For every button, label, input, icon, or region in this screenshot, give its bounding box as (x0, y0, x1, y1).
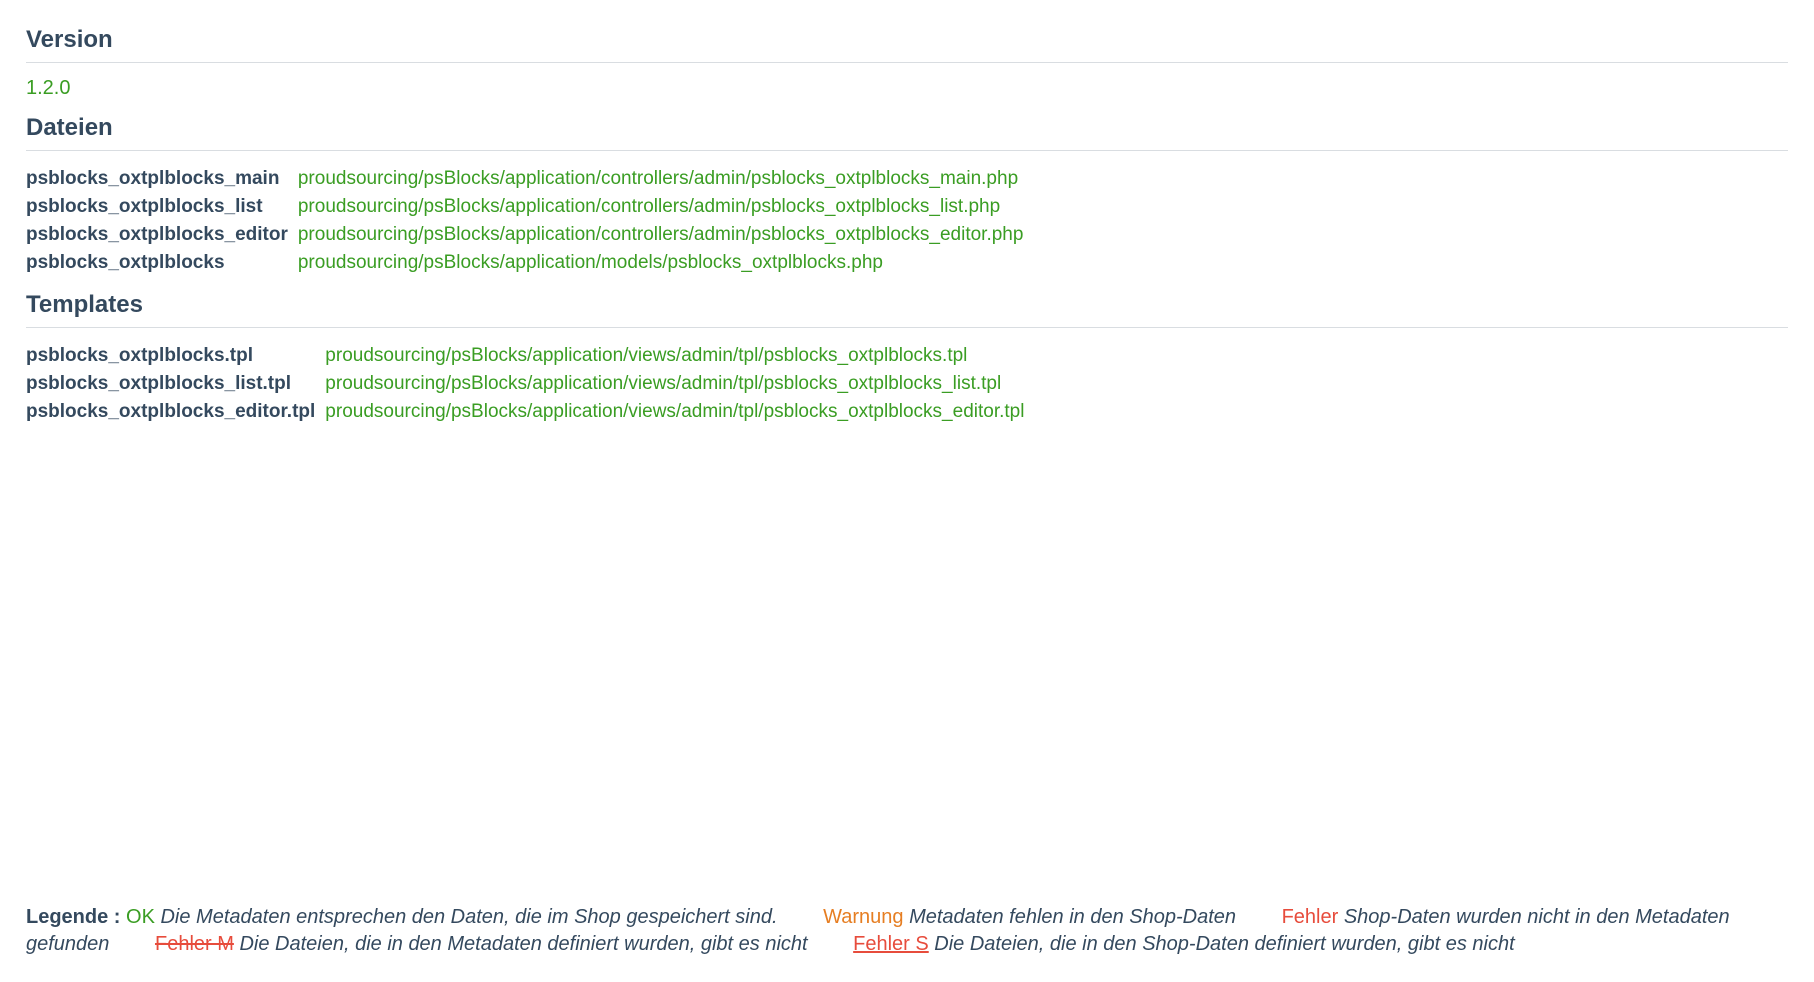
table-row: psblocks_oxtplblocks_list proudsourcing/… (26, 193, 1033, 221)
templates-table: psblocks_oxtplblocks.tpl proudsourcing/p… (26, 342, 1034, 426)
section-heading-templates: Templates (26, 291, 1788, 328)
legend-warn-tag: Warnung (823, 906, 903, 928)
legend: Legende : OK Die Metadaten entsprechen d… (26, 904, 1788, 958)
file-path: proudsourcing/psBlocks/application/contr… (298, 165, 1034, 193)
file-key: psblocks_oxtplblocks_main (26, 165, 298, 193)
template-key: psblocks_oxtplblocks_editor.tpl (26, 398, 325, 426)
table-row: psblocks_oxtplblocks proudsourcing/psBlo… (26, 249, 1033, 277)
legend-ok-desc: Die Metadaten entsprechen den Daten, die… (160, 906, 777, 928)
template-path: proudsourcing/psBlocks/application/views… (325, 398, 1034, 426)
file-key: psblocks_oxtplblocks_editor (26, 221, 298, 249)
section-heading-version: Version (26, 26, 1788, 63)
version-value: 1.2.0 (26, 77, 1788, 100)
legend-err-tag: Fehler (1282, 906, 1339, 928)
legend-warn-desc: Metadaten fehlen in den Shop-Daten (909, 906, 1236, 928)
section-heading-files: Dateien (26, 114, 1788, 151)
table-row: psblocks_oxtplblocks_list.tpl proudsourc… (26, 370, 1034, 398)
file-key: psblocks_oxtplblocks (26, 249, 298, 277)
template-key: psblocks_oxtplblocks_list.tpl (26, 370, 325, 398)
legend-ok-tag: OK (126, 906, 155, 928)
table-row: psblocks_oxtplblocks_editor proudsourcin… (26, 221, 1033, 249)
page-root: Version 1.2.0 Dateien psblocks_oxtplbloc… (0, 0, 1814, 982)
file-path: proudsourcing/psBlocks/application/contr… (298, 221, 1034, 249)
template-key: psblocks_oxtplblocks.tpl (26, 342, 325, 370)
file-path: proudsourcing/psBlocks/application/model… (298, 249, 1034, 277)
legend-err-m-desc: Die Dateien, die in den Metadaten defini… (239, 933, 807, 955)
table-row: psblocks_oxtplblocks.tpl proudsourcing/p… (26, 342, 1034, 370)
template-path: proudsourcing/psBlocks/application/views… (325, 370, 1034, 398)
template-path: proudsourcing/psBlocks/application/views… (325, 342, 1034, 370)
file-key: psblocks_oxtplblocks_list (26, 193, 298, 221)
table-row: psblocks_oxtplblocks_main proudsourcing/… (26, 165, 1033, 193)
file-path: proudsourcing/psBlocks/application/contr… (298, 193, 1034, 221)
files-table: psblocks_oxtplblocks_main proudsourcing/… (26, 165, 1033, 277)
legend-label: Legende : (26, 906, 120, 928)
table-row: psblocks_oxtplblocks_editor.tpl proudsou… (26, 398, 1034, 426)
legend-err-s-tag: Fehler S (853, 933, 929, 955)
legend-err-s-desc: Die Dateien, die in den Shop-Daten defin… (934, 933, 1514, 955)
legend-err-m-tag: Fehler M (155, 933, 234, 955)
